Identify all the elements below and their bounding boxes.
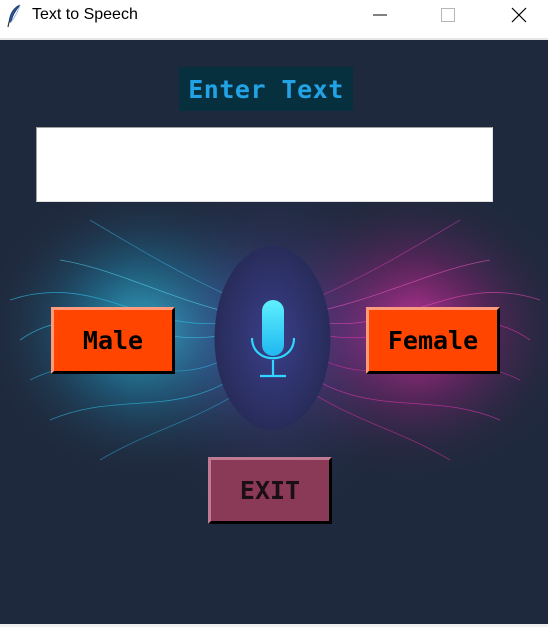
app-canvas: Enter Text Male Female EXIT xyxy=(0,40,548,624)
feather-icon xyxy=(7,4,21,28)
close-icon xyxy=(511,7,527,23)
window-title: Text to Speech xyxy=(32,6,138,23)
exit-button[interactable]: EXIT xyxy=(208,457,332,524)
male-voice-button[interactable]: Male xyxy=(51,307,175,374)
minimize-icon xyxy=(373,14,387,16)
text-entry-field[interactable] xyxy=(36,127,493,202)
close-button[interactable] xyxy=(496,0,542,30)
enter-text-heading: Enter Text xyxy=(179,67,353,111)
minimize-button[interactable] xyxy=(357,0,403,30)
maximize-icon xyxy=(441,8,455,22)
maximize-button[interactable] xyxy=(425,0,471,30)
title-bar: Text to Speech xyxy=(0,0,548,33)
microphone-icon xyxy=(214,246,331,430)
female-voice-button[interactable]: Female xyxy=(366,307,500,374)
